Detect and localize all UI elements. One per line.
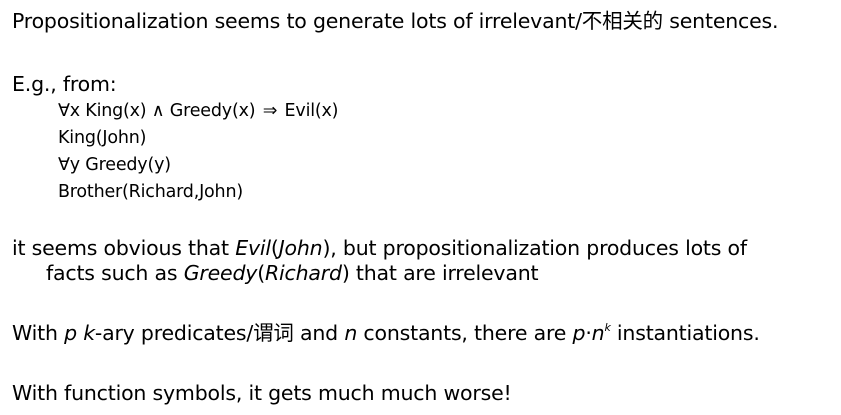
- obvious-text-2: ), but propositionalization produces lot…: [322, 236, 747, 260]
- kb-fact-greedy: ∀y Greedy(y): [58, 155, 171, 175]
- paren-open: (: [270, 236, 279, 260]
- kary-text-2: -ary predicates/谓词 and: [94, 321, 345, 345]
- kary-text-3: constants, there are: [357, 321, 573, 345]
- kary-text-4: instantiations.: [610, 321, 760, 345]
- kb-rule-premise: ∀x King(x) ∧ Greedy(x): [58, 101, 261, 121]
- kb-rule-conclusion: Evil(x): [279, 101, 339, 121]
- var-n-2: n: [591, 321, 605, 345]
- example-label: E.g., from:: [12, 72, 117, 96]
- richard-term: Richard: [265, 261, 342, 285]
- kb-rule: ∀x King(x) ∧ Greedy(x) ⇒ Evil(x): [58, 101, 339, 121]
- implies-icon: ⇒: [262, 101, 278, 121]
- var-p: p: [64, 321, 77, 345]
- intro-sentence: Propositionalization seems to generate l…: [12, 9, 779, 33]
- var-k: k: [83, 321, 95, 345]
- kary-text-1: With: [12, 321, 65, 345]
- irrelevant-text: ) that are irrelevant: [341, 261, 539, 285]
- obvious-line-1: it seems obvious that Evil(John), but pr…: [12, 238, 747, 259]
- kb-fact-brother: Brother(Richard,John): [58, 182, 243, 202]
- obvious-line-2: facts such as Greedy(Richard) that are i…: [46, 261, 539, 285]
- facts-text: facts such as: [46, 261, 184, 285]
- greedy-term: Greedy: [183, 261, 258, 285]
- var-p-2: p: [572, 321, 586, 345]
- var-n: n: [344, 321, 358, 345]
- kary-sentence: With p k-ary predicates/谓词 and n constan…: [12, 321, 760, 345]
- evil-term: Evil: [235, 236, 271, 260]
- obvious-text: it seems obvious that: [12, 236, 236, 260]
- paren-open-2: (: [257, 261, 265, 285]
- worse-sentence: With function symbols, it gets much much…: [12, 381, 512, 405]
- john-term: John: [278, 236, 323, 260]
- kb-fact-king: King(John): [58, 128, 147, 148]
